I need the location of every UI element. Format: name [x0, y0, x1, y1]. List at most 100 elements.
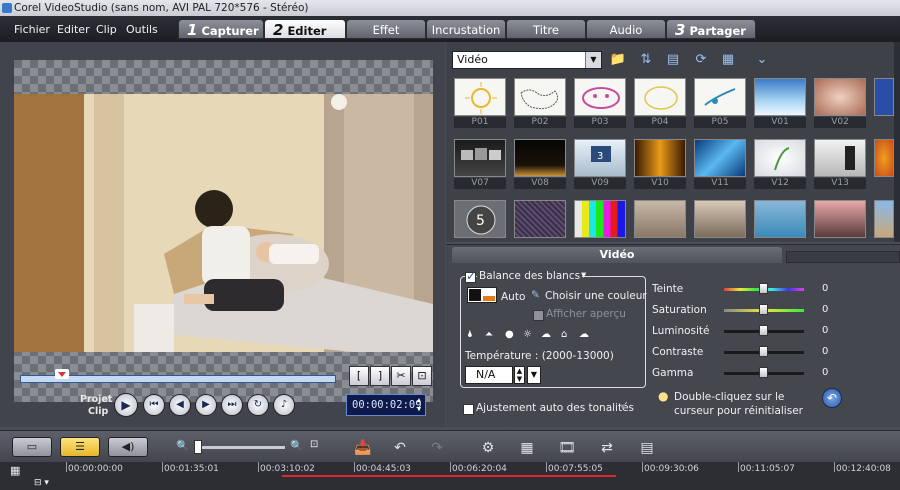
zoom-in-icon[interactable]: 🔍: [290, 439, 303, 452]
zoom-out-icon[interactable]: 🔍: [176, 439, 189, 452]
batch-convert-button[interactable]: ⇄: [596, 438, 618, 458]
brightness-slider-knob[interactable]: [759, 325, 768, 336]
library-scrollbar[interactable]: [894, 42, 900, 242]
thumbnail-p04[interactable]: [634, 78, 686, 116]
track-manager-button[interactable]: ▦: [516, 438, 538, 458]
enlarge-button[interactable]: ⊡: [412, 366, 432, 386]
step-capturer[interactable]: 1 Capturer: [178, 19, 264, 39]
thumbnail-photo-4[interactable]: [814, 200, 866, 238]
saturation-slider-knob[interactable]: [759, 304, 768, 315]
step-editer[interactable]: 2 Editer: [264, 19, 346, 39]
sort-button[interactable]: ⇅: [636, 51, 656, 69]
tab-audio[interactable]: Audio: [586, 19, 666, 39]
thumbnail-p02[interactable]: [514, 78, 566, 116]
temperature-input[interactable]: N/A: [465, 366, 513, 384]
undo-button[interactable]: ↶: [389, 438, 411, 458]
menu-outils[interactable]: Outils: [126, 23, 158, 36]
menu-editer[interactable]: Editer: [57, 23, 90, 36]
mark-out-button[interactable]: ]: [370, 366, 390, 386]
thumbnail-noise[interactable]: [514, 200, 566, 238]
thumbnail-v13[interactable]: [814, 139, 866, 177]
home-button[interactable]: ⏮: [143, 394, 165, 416]
auto-tone-checkbox[interactable]: [463, 404, 474, 415]
auto-tone-label[interactable]: Ajustement auto des tonalités: [476, 402, 634, 414]
show-preview-checkbox[interactable]: [533, 310, 544, 321]
clip-label[interactable]: Clip: [88, 406, 108, 417]
reset-button[interactable]: ↶: [822, 388, 842, 408]
light-icon-shade[interactable]: ⌂: [561, 329, 567, 340]
library-category-select[interactable]: Vidéo ▼: [452, 51, 602, 69]
light-icon-bulb[interactable]: ●: [505, 329, 514, 340]
timeline-ruler[interactable]: ▦ 00:00:00:00 00:01:35:01 00:03:10:02 00…: [0, 462, 900, 490]
gamma-slider-knob[interactable]: [759, 367, 768, 378]
light-icon-candle[interactable]: 🌢: [467, 329, 473, 340]
temperature-stepper[interactable]: ▲ ▼: [514, 366, 525, 384]
mark-in-button[interactable]: [: [349, 366, 369, 386]
eyedropper-icon[interactable]: ✎: [531, 289, 540, 301]
light-icon-sun[interactable]: ☼: [523, 329, 532, 340]
tab-attribute-options[interactable]: [786, 251, 900, 263]
expand-library-button[interactable]: ⌄: [752, 51, 772, 69]
scrub-handle[interactable]: [55, 369, 69, 379]
thumbnail-v09[interactable]: 3: [574, 139, 626, 177]
list-button[interactable]: ▤: [663, 51, 683, 69]
timecode-stepper[interactable]: ▲ ▼: [414, 396, 424, 414]
insert-media-button[interactable]: 📥: [352, 438, 374, 458]
hue-slider-knob[interactable]: [759, 283, 768, 294]
track-header-icon[interactable]: ▦: [10, 464, 20, 477]
thumbnail-p01[interactable]: [454, 78, 506, 116]
step-partager[interactable]: 3 Partager: [666, 19, 756, 39]
light-icon-cloud[interactable]: ☁: [541, 329, 551, 340]
light-icon-daylight[interactable]: ⏶: [485, 329, 493, 340]
contrast-slider-knob[interactable]: [759, 346, 768, 357]
menu-fichier[interactable]: Fichier: [14, 23, 50, 36]
tab-titre[interactable]: Titre: [506, 19, 586, 39]
smart-proxy-button[interactable]: ⚙: [477, 438, 499, 458]
track-expand-icon[interactable]: ⊟ ▾: [34, 478, 49, 488]
next-frame-button[interactable]: ▶: [195, 394, 217, 416]
previous-frame-button[interactable]: ◀: [169, 394, 191, 416]
color-swatch[interactable]: [467, 287, 497, 303]
white-balance-checkbox[interactable]: [465, 269, 476, 283]
play-button[interactable]: ▶: [114, 393, 138, 417]
thumbnail-countdown[interactable]: 5: [454, 200, 506, 238]
end-button[interactable]: ⏭: [221, 394, 243, 416]
projet-label[interactable]: Projet: [80, 394, 112, 405]
zoom-slider[interactable]: [195, 446, 285, 449]
thumbnail-photo-5-partial[interactable]: [874, 200, 894, 238]
thumbnail-v10[interactable]: [634, 139, 686, 177]
thumbnail-v14-partial[interactable]: [874, 139, 894, 177]
redo-button[interactable]: ↷: [426, 438, 448, 458]
white-balance-dropdown-icon[interactable]: ▾: [581, 269, 586, 281]
thumbnail-v08[interactable]: [514, 139, 566, 177]
storyboard-view-button[interactable]: ▭: [12, 437, 52, 457]
audio-view-button[interactable]: ◀): [108, 437, 148, 457]
thumbnail-p03[interactable]: [574, 78, 626, 116]
thumbnail-v03-partial[interactable]: [874, 78, 894, 116]
thumbnail-v02[interactable]: [814, 78, 866, 116]
fit-project-icon[interactable]: ⊡: [310, 439, 318, 450]
timeline-view-button[interactable]: ☰: [60, 437, 100, 457]
menu-clip[interactable]: Clip: [96, 23, 117, 36]
thumbnail-v07[interactable]: [454, 139, 506, 177]
enable-ripple-button[interactable]: ▤: [636, 438, 658, 458]
thumbnail-v12[interactable]: [754, 139, 806, 177]
thumbnail-p05[interactable]: [694, 78, 746, 116]
thumbnail-photo-2[interactable]: [694, 200, 746, 238]
auto-label[interactable]: Auto: [501, 291, 525, 303]
tab-incrustation[interactable]: Incrustation: [426, 19, 506, 39]
scissors-button[interactable]: ✂: [391, 366, 411, 386]
repeat-button[interactable]: ↻: [247, 394, 269, 416]
thumbnail-v11[interactable]: [694, 139, 746, 177]
gallery-button[interactable]: ▦: [718, 51, 738, 69]
volume-button[interactable]: ♪: [273, 394, 295, 416]
timecode-display[interactable]: 00:00:02:09 ▲ ▼: [346, 394, 426, 416]
choose-color-label[interactable]: Choisir une couleur: [545, 290, 647, 302]
temperature-dropdown[interactable]: ▼: [527, 366, 541, 384]
tab-video-options[interactable]: Vidéo: [452, 247, 782, 263]
folder-button[interactable]: 📁: [608, 51, 628, 69]
chapter-button[interactable]: 🎞: [556, 438, 578, 458]
light-icon-overcast[interactable]: ☁: [579, 329, 589, 340]
thumbnail-color-bars[interactable]: [574, 200, 626, 238]
tab-effet[interactable]: Effet: [346, 19, 426, 39]
